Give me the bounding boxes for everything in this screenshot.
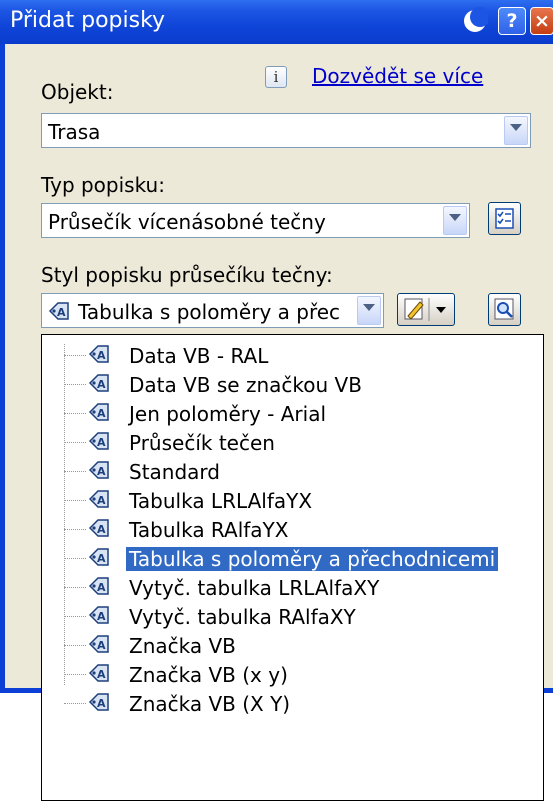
label-style-icon: A	[88, 548, 109, 566]
label-style-icon: A	[88, 490, 109, 508]
moon-icon[interactable]	[460, 6, 488, 36]
label-type-select-value: Průsečík vícenásobné tečny	[48, 210, 326, 234]
svg-text:A: A	[97, 407, 106, 420]
preview-magnifier-icon	[494, 298, 514, 320]
svg-text:A: A	[97, 697, 106, 710]
svg-text:A: A	[97, 349, 106, 362]
edit-style-button[interactable]	[397, 293, 455, 326]
list-item-label: Značka VB	[129, 634, 236, 658]
label-style-icon: A	[88, 403, 109, 421]
svg-text:A: A	[57, 306, 66, 319]
preview-button[interactable]	[488, 293, 521, 326]
svg-text:A: A	[97, 494, 106, 507]
label-style-icon: A	[48, 302, 69, 320]
svg-text:A: A	[97, 552, 106, 565]
dropdown-arrow-icon[interactable]	[443, 206, 467, 235]
label-style-icon: A	[88, 432, 109, 450]
tree-line	[64, 344, 65, 685]
style-settings-icon	[495, 208, 514, 229]
list-item-label: Vytyč. tabulka LRLAlfaXY	[129, 576, 380, 600]
svg-text:A: A	[97, 378, 106, 391]
label-style-icon: A	[88, 606, 109, 624]
label-style-icon: A	[88, 374, 109, 392]
list-item-label: Průsečík tečen	[129, 431, 275, 455]
label-style-select-value: Tabulka s poloměry a přec	[78, 300, 341, 324]
dropdown-arrow-icon[interactable]	[357, 296, 381, 325]
list-item-label: Vytyč. tabulka RAlfaXY	[129, 605, 356, 629]
object-select-value: Trasa	[48, 120, 101, 144]
title-bar: Přidat popisky ? ×	[0, 0, 553, 44]
label-style-icon: A	[88, 577, 109, 595]
list-item-label: Tabulka s poloměry a přechodnicemi	[126, 547, 499, 571]
label-style-icon: A	[88, 635, 109, 653]
object-select[interactable]: Trasa	[41, 113, 531, 148]
svg-text:A: A	[97, 436, 106, 449]
info-icon: i	[265, 66, 287, 88]
label-style-icon: A	[88, 693, 109, 711]
dropdown-arrow-icon[interactable]	[504, 116, 528, 145]
svg-text:A: A	[97, 523, 106, 536]
label-type-label: Typ popisku:	[41, 173, 165, 197]
svg-text:A: A	[97, 639, 106, 652]
list-item-label: Značka VB (x y)	[129, 663, 288, 687]
list-item-label: Značka VB (X Y)	[129, 692, 291, 716]
label-style-icon: A	[88, 664, 109, 682]
svg-text:A: A	[97, 581, 106, 594]
label-style-icon: A	[88, 345, 109, 363]
label-style-icon: A	[88, 519, 109, 537]
svg-text:A: A	[97, 465, 106, 478]
help-icon[interactable]: ?	[498, 7, 526, 35]
list-item-label: Data VB - RAL	[129, 344, 269, 368]
list-item-label: Jen poloměry - Arial	[129, 402, 327, 426]
label-style-icon: A	[88, 461, 109, 479]
object-label: Objekt:	[41, 80, 114, 104]
svg-text:A: A	[97, 668, 106, 681]
edit-pen-icon	[404, 298, 446, 321]
label-style-label: Styl popisku průsečíku tečny:	[41, 263, 333, 287]
close-icon[interactable]: ×	[530, 7, 553, 35]
list-item-label: Tabulka RAlfaYX	[129, 518, 289, 542]
style-settings-button[interactable]	[488, 202, 521, 235]
list-item-label: Tabulka LRLAlfaYX	[129, 489, 313, 513]
svg-text:A: A	[97, 610, 106, 623]
label-type-select[interactable]: Průsečík vícenásobné tečny	[41, 203, 470, 238]
list-item-label: Standard	[129, 460, 220, 484]
window-title: Přidat popisky	[10, 8, 166, 33]
label-style-select[interactable]: A Tabulka s poloměry a přec	[41, 293, 384, 328]
list-item-label: Data VB se značkou VB	[129, 373, 362, 397]
learn-more-link[interactable]: Dozvědět se více	[312, 64, 483, 88]
